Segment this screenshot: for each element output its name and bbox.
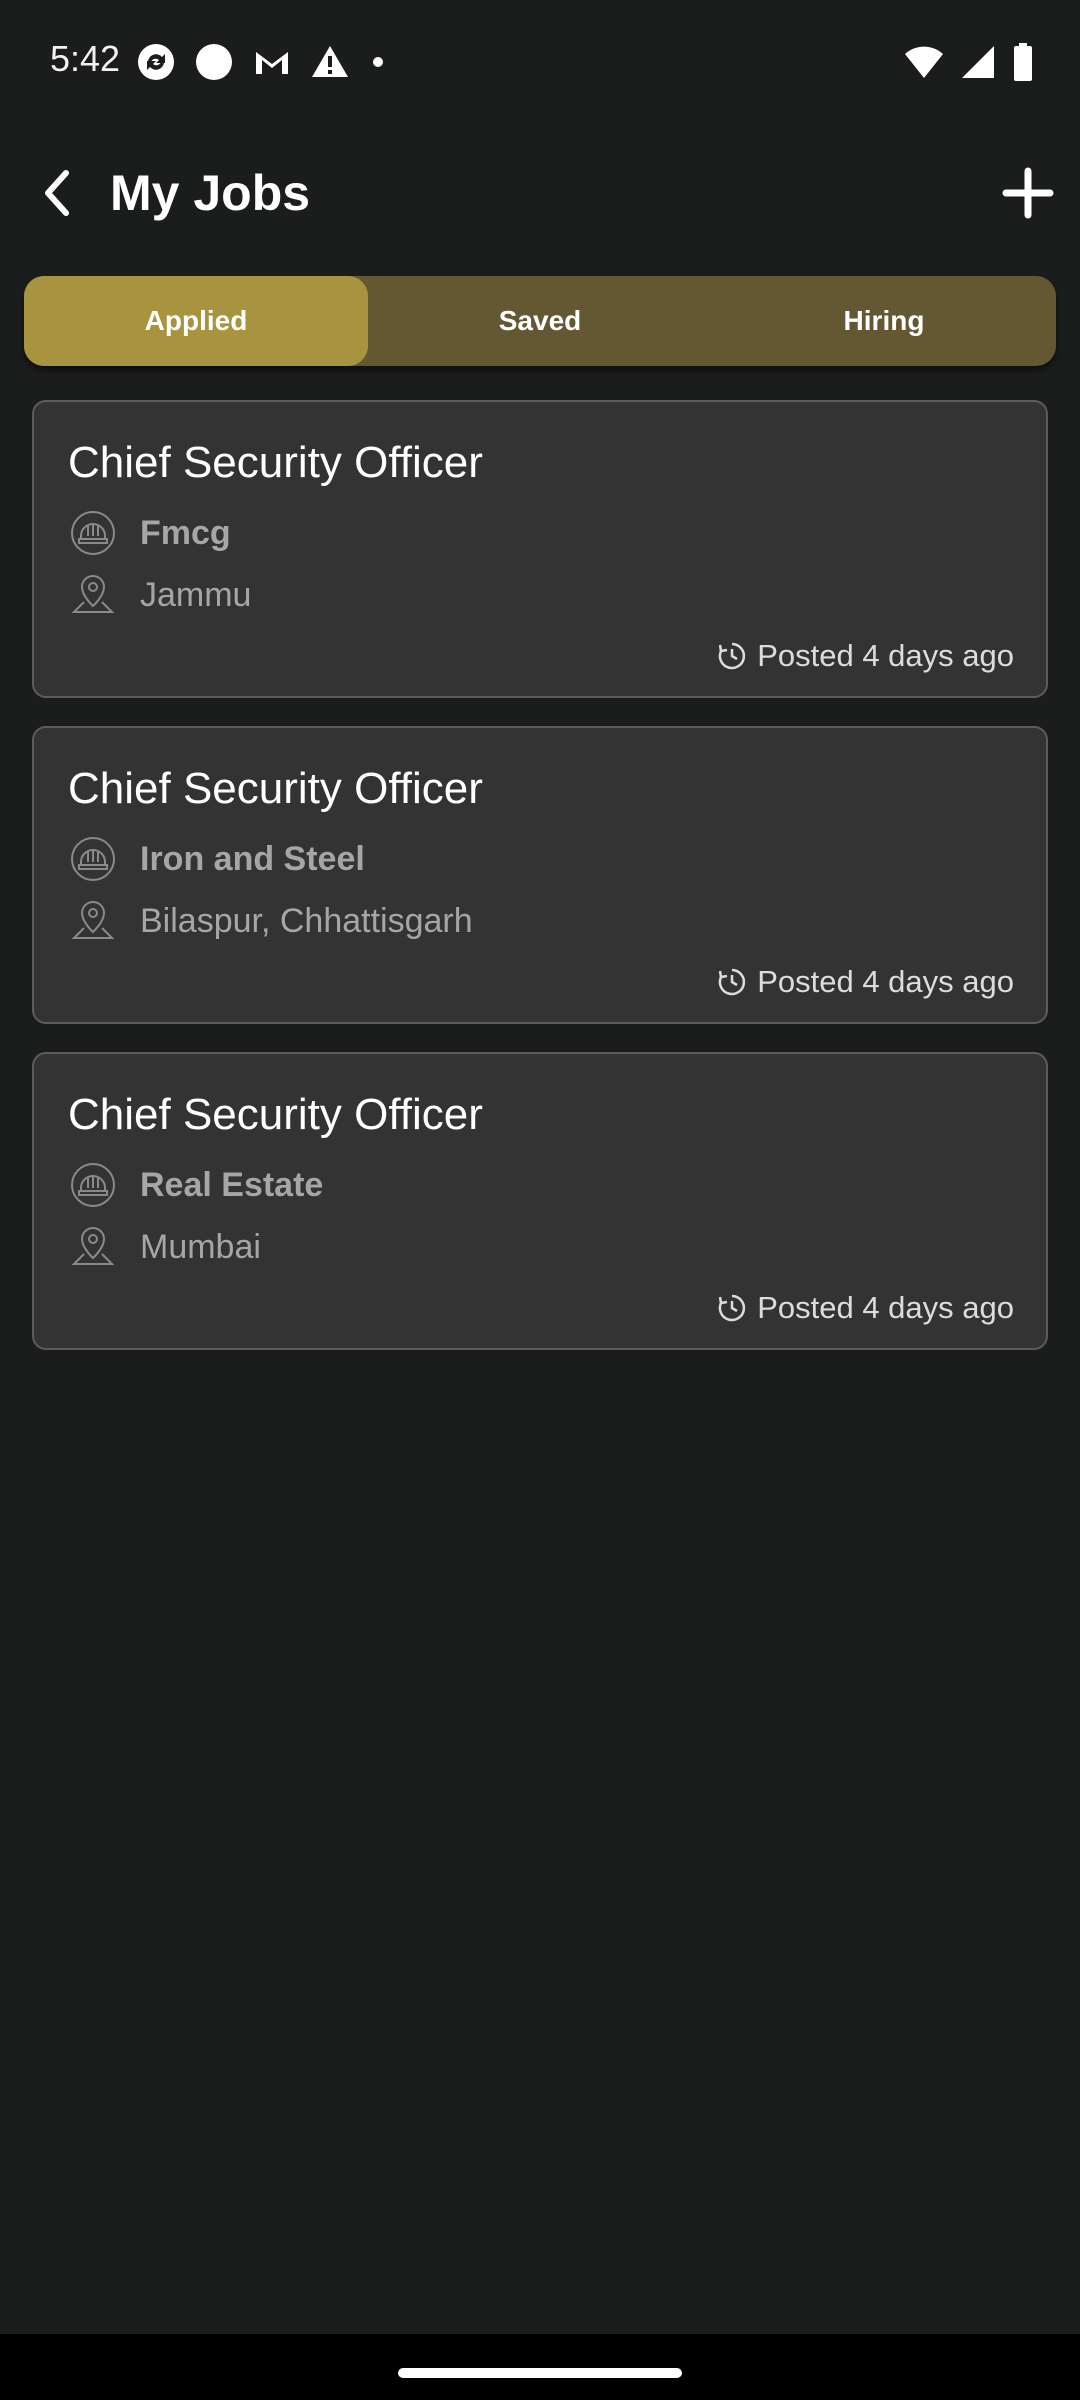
tab-applied[interactable]: Applied: [24, 276, 368, 366]
job-card[interactable]: Chief Security Officer Iron and Steel Bi…: [32, 726, 1048, 1024]
notification-icons: [136, 42, 388, 86]
status-time: 5:42: [50, 38, 121, 79]
hard-hat-icon: [70, 836, 116, 882]
location-pin-icon: [70, 898, 116, 944]
cellular-signal-icon: [960, 44, 996, 85]
job-location-row: Mumbai: [70, 1224, 261, 1270]
job-posted: Posted 4 days ago: [717, 638, 1014, 674]
tab-hiring[interactable]: Hiring: [712, 276, 1056, 366]
job-industry-row: Fmcg: [70, 510, 231, 556]
system-icons: [904, 42, 1034, 86]
job-location: Mumbai: [140, 1227, 261, 1266]
wifi-icon: [904, 44, 944, 85]
battery-icon: [1012, 42, 1034, 87]
status-bar: 5:42: [0, 0, 1080, 130]
job-title: Chief Security Officer: [68, 764, 483, 813]
add-job-button[interactable]: [988, 155, 1068, 235]
tab-saved[interactable]: Saved: [368, 276, 712, 366]
hard-hat-icon: [70, 510, 116, 556]
job-card[interactable]: Chief Security Officer Real Estate Mumba…: [32, 1052, 1048, 1350]
plus-icon: [1002, 167, 1054, 224]
more-notifications-dot-icon: [368, 52, 388, 77]
back-button[interactable]: [18, 155, 98, 235]
job-industry-row: Iron and Steel: [70, 836, 365, 882]
job-posted-text: Posted 4 days ago: [757, 638, 1014, 673]
app-header: My Jobs: [0, 130, 1080, 260]
warning-icon: [310, 42, 350, 87]
job-tabs: Applied Saved Hiring: [24, 276, 1056, 366]
job-card[interactable]: Chief Security Officer Fmcg Jammu Posted…: [32, 400, 1048, 698]
sync-app-icon: [136, 42, 176, 87]
job-title: Chief Security Officer: [68, 1090, 483, 1139]
job-posted: Posted 4 days ago: [717, 1290, 1014, 1326]
job-location: Bilaspur, Chhattisgarh: [140, 901, 473, 940]
job-industry: Real Estate: [140, 1165, 324, 1204]
job-posted-text: Posted 4 days ago: [757, 1290, 1014, 1325]
home-indicator[interactable]: [398, 2368, 682, 2378]
clock-icon: [717, 1293, 747, 1323]
gmail-icon: [252, 42, 292, 87]
job-location: Jammu: [140, 575, 252, 614]
job-industry: Fmcg: [140, 513, 231, 552]
hard-hat-icon: [70, 1162, 116, 1208]
job-location-row: Bilaspur, Chhattisgarh: [70, 898, 473, 944]
job-posted-text: Posted 4 days ago: [757, 964, 1014, 999]
system-nav-bar: [0, 2334, 1080, 2400]
location-pin-icon: [70, 572, 116, 618]
location-pin-icon: [70, 1224, 116, 1270]
job-title: Chief Security Officer: [68, 438, 483, 487]
back-arrow-icon: [36, 168, 80, 223]
job-industry-row: Real Estate: [70, 1162, 323, 1208]
circle-app-icon: [194, 42, 234, 87]
job-location-row: Jammu: [70, 572, 251, 618]
job-industry: Iron and Steel: [140, 839, 365, 878]
clock-icon: [717, 967, 747, 997]
job-posted: Posted 4 days ago: [717, 964, 1014, 1000]
clock-icon: [717, 641, 747, 671]
page-title: My Jobs: [110, 165, 311, 221]
job-list: Chief Security Officer Fmcg Jammu Posted…: [32, 400, 1048, 1378]
